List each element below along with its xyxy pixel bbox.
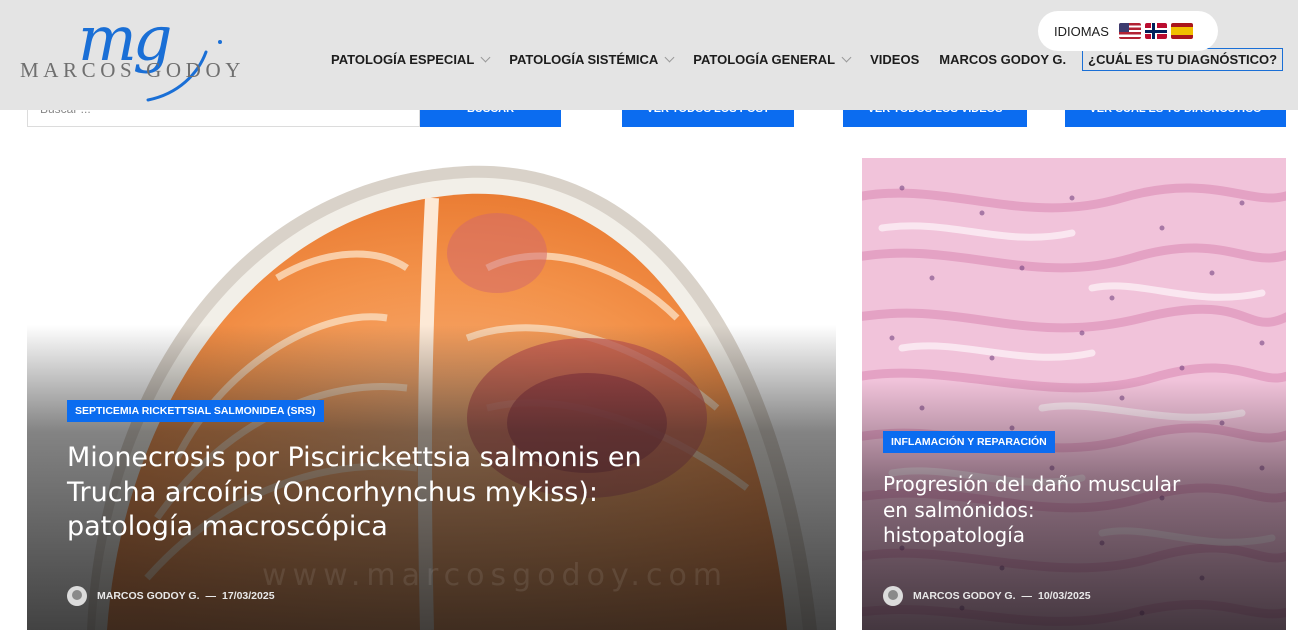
main-nav: PATOLOGÍA ESPECIAL PATOLOGÍA SISTÉMICA P… — [331, 48, 1284, 71]
language-switcher: IDIOMAS — [1038, 11, 1218, 51]
featured-post-side[interactable]: INFLAMACIÓN Y REPARACIÓN Progresión del … — [862, 158, 1286, 630]
us-flag-icon[interactable] — [1118, 23, 1141, 39]
spain-flag-icon[interactable] — [1170, 23, 1193, 39]
norway-flag-icon[interactable] — [1144, 23, 1167, 39]
nav-label: PATOLOGÍA SISTÉMICA — [509, 52, 659, 67]
nav-label: ¿CUÁL ES TU DIAGNÓSTICO? — [1088, 52, 1278, 67]
category-badge[interactable]: INFLAMACIÓN Y REPARACIÓN — [883, 431, 1055, 453]
site-logo[interactable]: mg MARCOS GODOY — [18, 8, 308, 102]
meta-separator: — — [205, 590, 216, 602]
nav-videos[interactable]: VIDEOS — [870, 52, 919, 67]
site-header: mg MARCOS GODOY PATOLOGÍA ESPECIAL PATOL… — [0, 0, 1298, 110]
nav-label: MARCOS GODOY G. — [939, 52, 1067, 67]
post-meta: MARCOS GODOY G. — 17/03/2025 — [67, 586, 275, 606]
nav-cual-es-tu-diagnostico[interactable]: ¿CUÁL ES TU DIAGNÓSTICO? — [1082, 48, 1284, 71]
nav-patologia-sistemica[interactable]: PATOLOGÍA SISTÉMICA — [509, 52, 675, 67]
post-title[interactable]: Mionecrosis por Piscirickettsia salmonis… — [67, 441, 707, 545]
nav-marcos-godoy[interactable]: MARCOS GODOY G. — [939, 52, 1066, 67]
post-author[interactable]: MARCOS GODOY G. — [913, 590, 1015, 602]
author-avatar — [883, 586, 903, 606]
chevron-down-icon — [480, 52, 491, 63]
chevron-down-icon — [664, 52, 675, 63]
nav-label: PATOLOGÍA ESPECIAL — [331, 52, 475, 67]
post-meta: MARCOS GODOY G. — 10/03/2025 — [883, 586, 1091, 606]
nav-patologia-especial[interactable]: PATOLOGÍA ESPECIAL — [331, 52, 491, 67]
logo-wordmark: MARCOS GODOY — [20, 58, 245, 82]
nav-patologia-general[interactable]: PATOLOGÍA GENERAL — [693, 52, 852, 67]
language-label: IDIOMAS — [1054, 23, 1109, 39]
nav-label: VIDEOS — [870, 52, 920, 67]
post-date: 17/03/2025 — [221, 590, 275, 602]
post-date: 10/03/2025 — [1037, 590, 1091, 602]
post-title[interactable]: Progresión del daño muscular en salmónid… — [883, 472, 1183, 549]
image-watermark: www.marcosgodoy.com — [262, 558, 729, 593]
chevron-down-icon — [841, 52, 852, 63]
featured-post-main[interactable]: www.marcosgodoy.com SEPTICEMIA RICKETTSI… — [27, 158, 836, 630]
meta-separator: — — [1021, 590, 1032, 602]
author-avatar — [67, 586, 87, 606]
category-badge[interactable]: SEPTICEMIA RICKETTSIAL SALMONIDEA (SRS) — [67, 400, 324, 422]
post-author[interactable]: MARCOS GODOY G. — [97, 590, 199, 602]
page: BUSCAR VER TODOS LOS POST VER TODOS LOS … — [0, 0, 1298, 630]
nav-label: PATOLOGÍA GENERAL — [693, 52, 836, 67]
